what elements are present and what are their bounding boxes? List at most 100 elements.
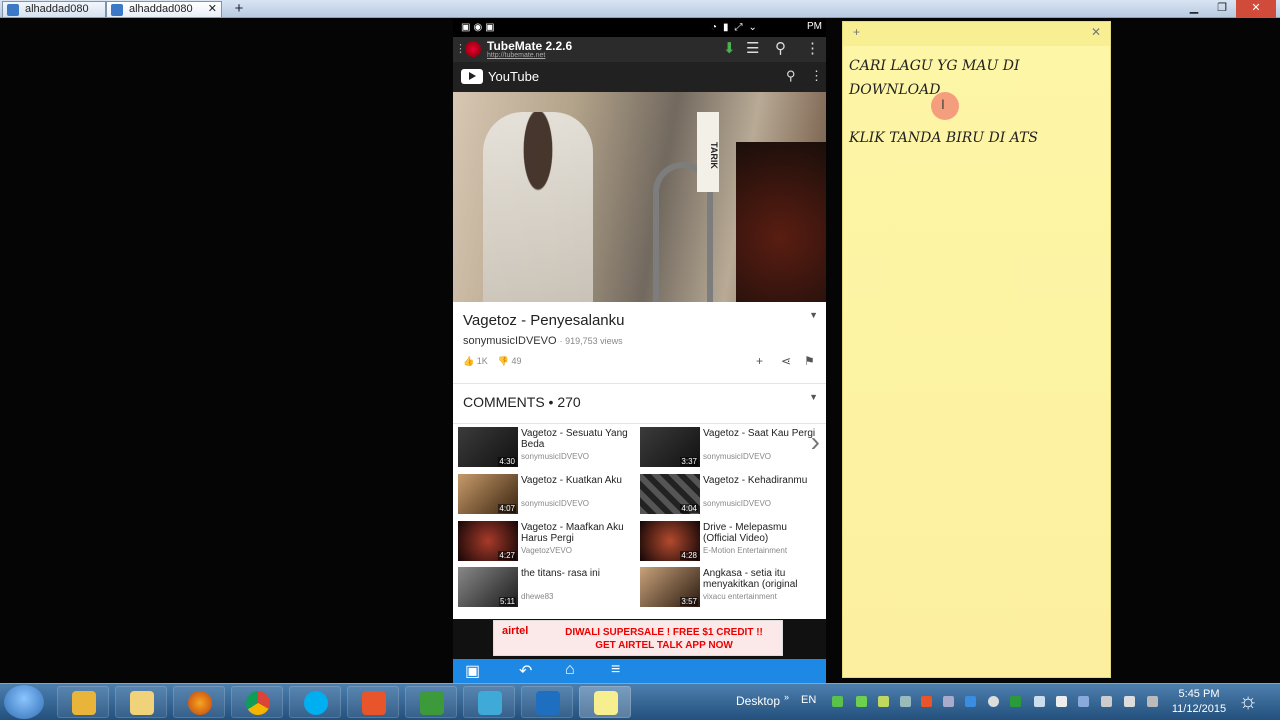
browser-tab-1[interactable]: alhaddad080	[2, 1, 106, 17]
download-arrow-icon[interactable]: ⬇	[723, 39, 736, 57]
taskbar-app-chrome[interactable]	[231, 686, 283, 718]
t-app-icon	[362, 691, 386, 715]
comments-caret-icon[interactable]: ▼	[809, 392, 818, 402]
related-video-title: Vagetoz - Sesuatu Yang Beda	[521, 428, 628, 450]
home-icon[interactable]: ⌂	[565, 661, 575, 679]
app-switch-icon[interactable]: ▣	[465, 661, 480, 681]
volume-icon[interactable]	[1124, 696, 1135, 707]
youtube-title: YouTube	[488, 69, 540, 84]
recent-apps-icon[interactable]: ≡	[611, 661, 620, 679]
notification-icons: ▣◉▣	[461, 22, 498, 33]
add-note-icon[interactable]: +	[853, 25, 860, 39]
network-icon[interactable]	[1078, 696, 1089, 707]
flag-icon[interactable]: ⚑	[804, 354, 815, 368]
skype-icon	[304, 691, 328, 715]
related-video-item[interactable]: 4:30 Vagetoz - Sesuatu Yang Beda sonymus…	[458, 427, 640, 469]
related-video-channel: sonymusicIDVEVO	[703, 452, 772, 461]
sticky-note[interactable]: + ✕ CARI LAGU YG MAU DI DOWNLOAD KLIK TA…	[842, 21, 1111, 678]
related-video-item[interactable]: 3:37 Vagetoz - Saat Kau Pergi sonymusicI…	[640, 427, 822, 469]
tray-network-icon[interactable]	[943, 696, 954, 707]
bluetooth-icon[interactable]	[900, 696, 911, 707]
related-video-item[interactable]: 3:57 Angkasa - setia itu menyakitkan (or…	[640, 567, 822, 609]
flag-icon[interactable]	[1056, 696, 1067, 707]
channel-name[interactable]: sonymusicIDVEVO	[463, 335, 557, 347]
taskbar-app-winamp[interactable]	[57, 686, 109, 718]
minimize-button[interactable]: ▁	[1180, 0, 1208, 18]
teamviewer-icon	[536, 691, 560, 715]
related-video-item[interactable]: 4:28 Drive - Melepasmu (Official Video) …	[640, 521, 822, 563]
tray-shield-icon[interactable]	[1010, 696, 1021, 707]
start-button[interactable]	[4, 685, 44, 719]
ad-brand-logo: airtel	[502, 625, 529, 637]
taskbar-app-teamviewer[interactable]	[521, 686, 573, 718]
tray-t-icon[interactable]	[921, 696, 932, 707]
thumbs-down-icon[interactable]: 👎	[498, 356, 509, 366]
tab-label: alhaddad080	[25, 3, 89, 15]
close-note-icon[interactable]: ✕	[1091, 25, 1101, 39]
close-window-button[interactable]: ✕	[1236, 0, 1276, 18]
share-icon[interactable]: ⋖	[781, 354, 791, 368]
youtube-menu-icon[interactable]: ⋮	[810, 68, 823, 84]
download-list-icon[interactable]: ☰	[746, 39, 759, 57]
tray-cloud-icon[interactable]	[1034, 696, 1045, 707]
back-icon[interactable]: ↶	[519, 661, 532, 681]
folder-icon	[130, 691, 154, 715]
related-video-item[interactable]: 4:07 Vagetoz - Kuatkan Aku sonymusicIDVE…	[458, 474, 640, 516]
taskbar-app-t[interactable]	[347, 686, 399, 718]
restore-button[interactable]: ❐	[1208, 0, 1236, 18]
expand-caret-icon[interactable]: ▼	[809, 310, 818, 320]
chevron-right-icon[interactable]: ›	[811, 426, 820, 458]
tab-favicon-icon	[7, 4, 19, 16]
taskbar-app-sticky-notes[interactable]	[579, 686, 631, 718]
taskbar-app-explorer[interactable]	[115, 686, 167, 718]
close-tab-icon[interactable]: ✕	[208, 2, 217, 15]
desktop-toolbar-chevron-icon[interactable]: »	[784, 692, 789, 702]
tray-green-icon[interactable]	[856, 696, 867, 707]
overflow-menu-icon[interactable]: ⋮	[805, 39, 820, 57]
tubemate-toolbar: ⋮ TubeMate 2.2.6 http://tubemate.net ⬇ ☰…	[453, 37, 826, 62]
signal-bars-icon[interactable]	[1147, 696, 1158, 707]
video-player[interactable]: TARIK	[453, 92, 826, 302]
add-to-playlist-icon[interactable]: +	[756, 354, 763, 368]
related-video-item[interactable]: 4:27 Vagetoz - Maafkan Aku Harus Pergi V…	[458, 521, 640, 563]
power-icon[interactable]	[1101, 696, 1112, 707]
comments-section[interactable]: COMMENTS • 270 ▼	[453, 384, 826, 424]
camera-icon	[478, 691, 502, 715]
related-video-item[interactable]: 5:11 the titans- rasa ini dhewe83	[458, 567, 640, 609]
related-video-item[interactable]: 4:04 Vagetoz - Kehadiranmu sonymusicIDVE…	[640, 474, 822, 516]
related-video-channel: sonymusicIDVEVO	[703, 499, 772, 508]
taskbar-app-recorder[interactable]	[463, 686, 515, 718]
video-thumbnail: 4:30	[458, 427, 518, 467]
desktop-toolbar-label[interactable]: Desktop	[736, 694, 780, 708]
ad-banner[interactable]: airtel DIWALI SUPERSALE ! FREE $1 CREDIT…	[493, 620, 783, 656]
text-cursor-icon	[931, 92, 959, 120]
taskbar-clock[interactable]: 5:45 PM 11/12/2015	[1168, 687, 1230, 717]
phone-screen: ▣◉▣ ◔▮⤢⌄ PM ⋮ TubeMate 2.2.6 http://tube…	[453, 19, 826, 683]
tubemate-url[interactable]: http://tubemate.net	[487, 52, 545, 59]
comments-header: COMMENTS • 270	[463, 394, 581, 410]
sticky-note-header: + ✕	[843, 22, 1110, 46]
language-indicator[interactable]: EN	[801, 694, 816, 706]
tab-favicon-icon	[111, 4, 123, 16]
video-duration: 4:28	[680, 551, 698, 560]
search-icon[interactable]: ⚲	[775, 39, 786, 57]
related-video-channel: dhewe83	[521, 592, 554, 601]
browser-tab-strip: alhaddad080 alhaddad080 ✕ + ▁ ❐ ✕	[0, 0, 1280, 18]
thumbs-up-icon[interactable]: 👍	[463, 356, 474, 366]
sticky-note-body[interactable]: CARI LAGU YG MAU DI DOWNLOAD KLIK TANDA …	[843, 46, 1110, 182]
brightness-icon[interactable]: ☼	[1238, 688, 1258, 714]
video-duration: 4:27	[498, 551, 516, 560]
video-frame-person	[483, 112, 593, 302]
new-tab-button[interactable]: +	[230, 0, 248, 18]
tray-blue-icon[interactable]	[965, 696, 976, 707]
taskbar-app-camtasia[interactable]	[405, 686, 457, 718]
related-video-title: Angkasa - setia itu menyakitkan (origina…	[703, 568, 798, 590]
taskbar-app-skype[interactable]	[289, 686, 341, 718]
taskbar-app-firefox[interactable]	[173, 686, 225, 718]
tray-lime-icon[interactable]	[878, 696, 889, 707]
browser-tab-2-active[interactable]: alhaddad080 ✕	[106, 1, 222, 17]
sticky-notes-icon	[594, 691, 618, 715]
tray-circle-icon[interactable]	[988, 696, 999, 707]
tray-leaf-icon[interactable]	[832, 696, 843, 707]
youtube-search-icon[interactable]: ⚲	[786, 68, 796, 84]
